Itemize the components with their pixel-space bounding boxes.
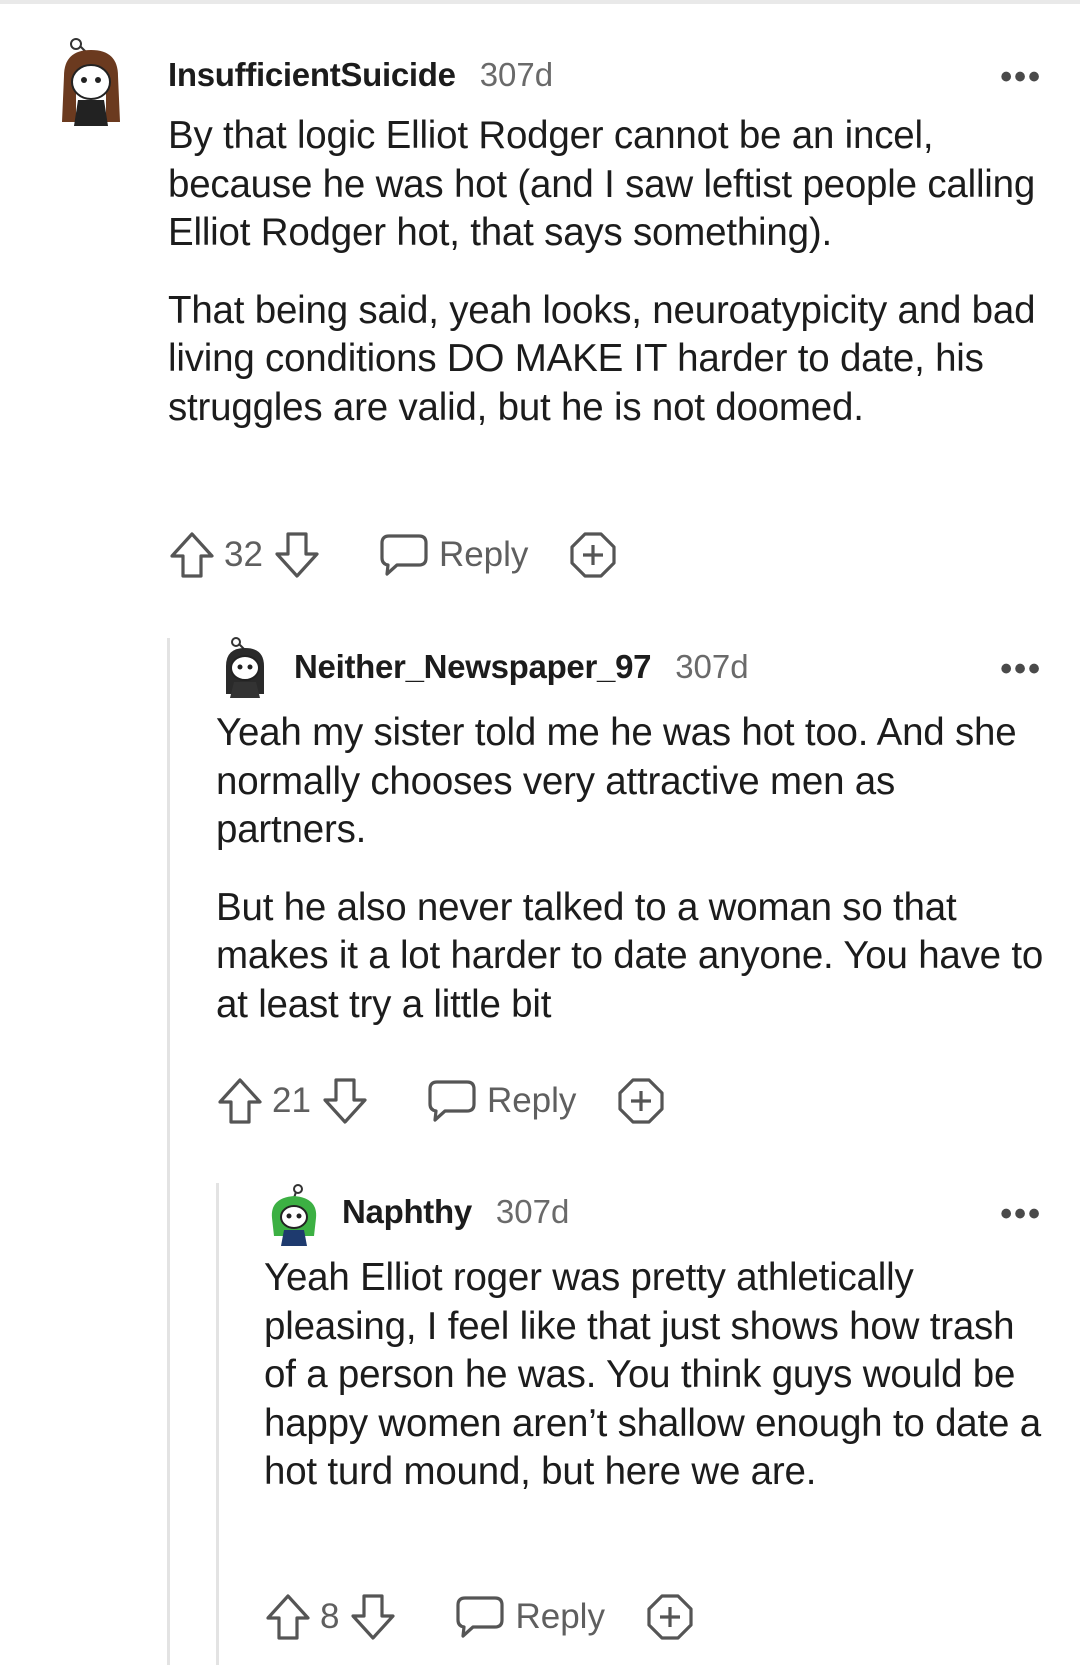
reply-label: Reply [515,1597,605,1636]
award-icon [647,1594,693,1640]
comment-actions: 8 Reply [264,1592,695,1642]
comment-body: Yeah Elliot roger was pretty athleticall… [264,1254,1050,1497]
comment-paragraph: Yeah Elliot roger was pretty athleticall… [264,1256,1041,1493]
vote-count: 8 [320,1597,340,1636]
more-options-icon[interactable]: ••• [1000,1197,1042,1231]
user-avatar[interactable] [268,1184,320,1246]
comment-age: 307d [495,1193,570,1230]
comment-header: Naphthy 307d [342,1193,569,1231]
snoo-avatar-icon [271,1184,317,1246]
upvote-icon[interactable] [264,1592,312,1642]
comment-bubble-icon [456,1596,505,1638]
reply-button[interactable]: Reply [455,1594,605,1640]
comment: Naphthy 307d ••• Yeah Elliot roger was p… [0,0,1080,1665]
award-button[interactable] [645,1592,695,1642]
username[interactable]: Naphthy [342,1193,472,1231]
downvote-icon[interactable] [349,1592,397,1642]
